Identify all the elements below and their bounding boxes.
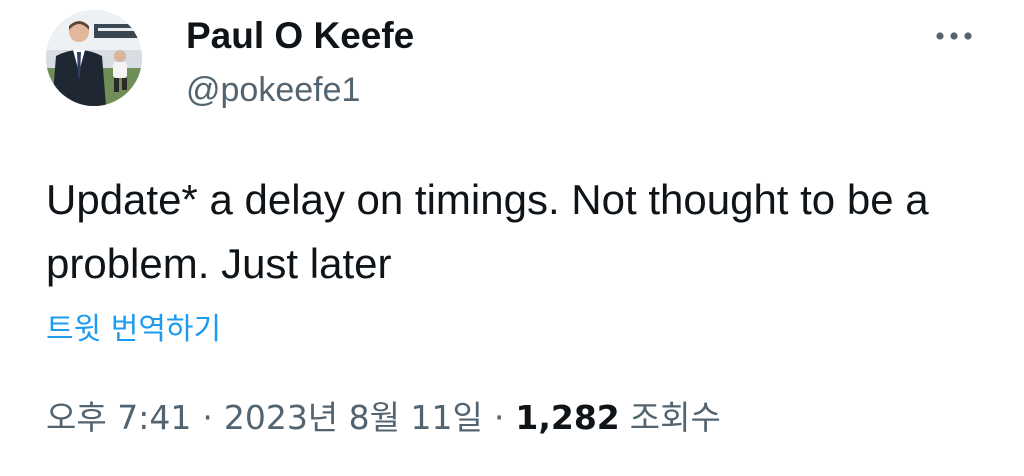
more-options-icon	[936, 32, 972, 40]
author-display-name[interactable]: Paul O Keefe	[186, 14, 414, 58]
meta-separator: ·	[202, 398, 213, 437]
tweet-date[interactable]: 2023년 8월 11일	[224, 396, 483, 440]
profile-photo-icon	[46, 10, 142, 106]
views-label: 조회수	[629, 398, 721, 437]
tweet-text: Update* a delay on timings. Not thought …	[46, 176, 929, 287]
translate-tweet-link[interactable]: 트윗 번역하기	[46, 310, 221, 350]
avatar[interactable]	[46, 10, 142, 106]
more-options-button[interactable]	[926, 14, 982, 58]
tweet-meta: 오후 7:41 · 2023년 8월 11일 · 1,282 조회수	[46, 396, 721, 440]
meta-separator: ·	[493, 398, 505, 437]
views-count[interactable]: 1,282	[515, 396, 619, 440]
tweet-time[interactable]: 오후 7:41	[46, 396, 191, 440]
author-handle[interactable]: @pokeefe1	[186, 68, 360, 112]
